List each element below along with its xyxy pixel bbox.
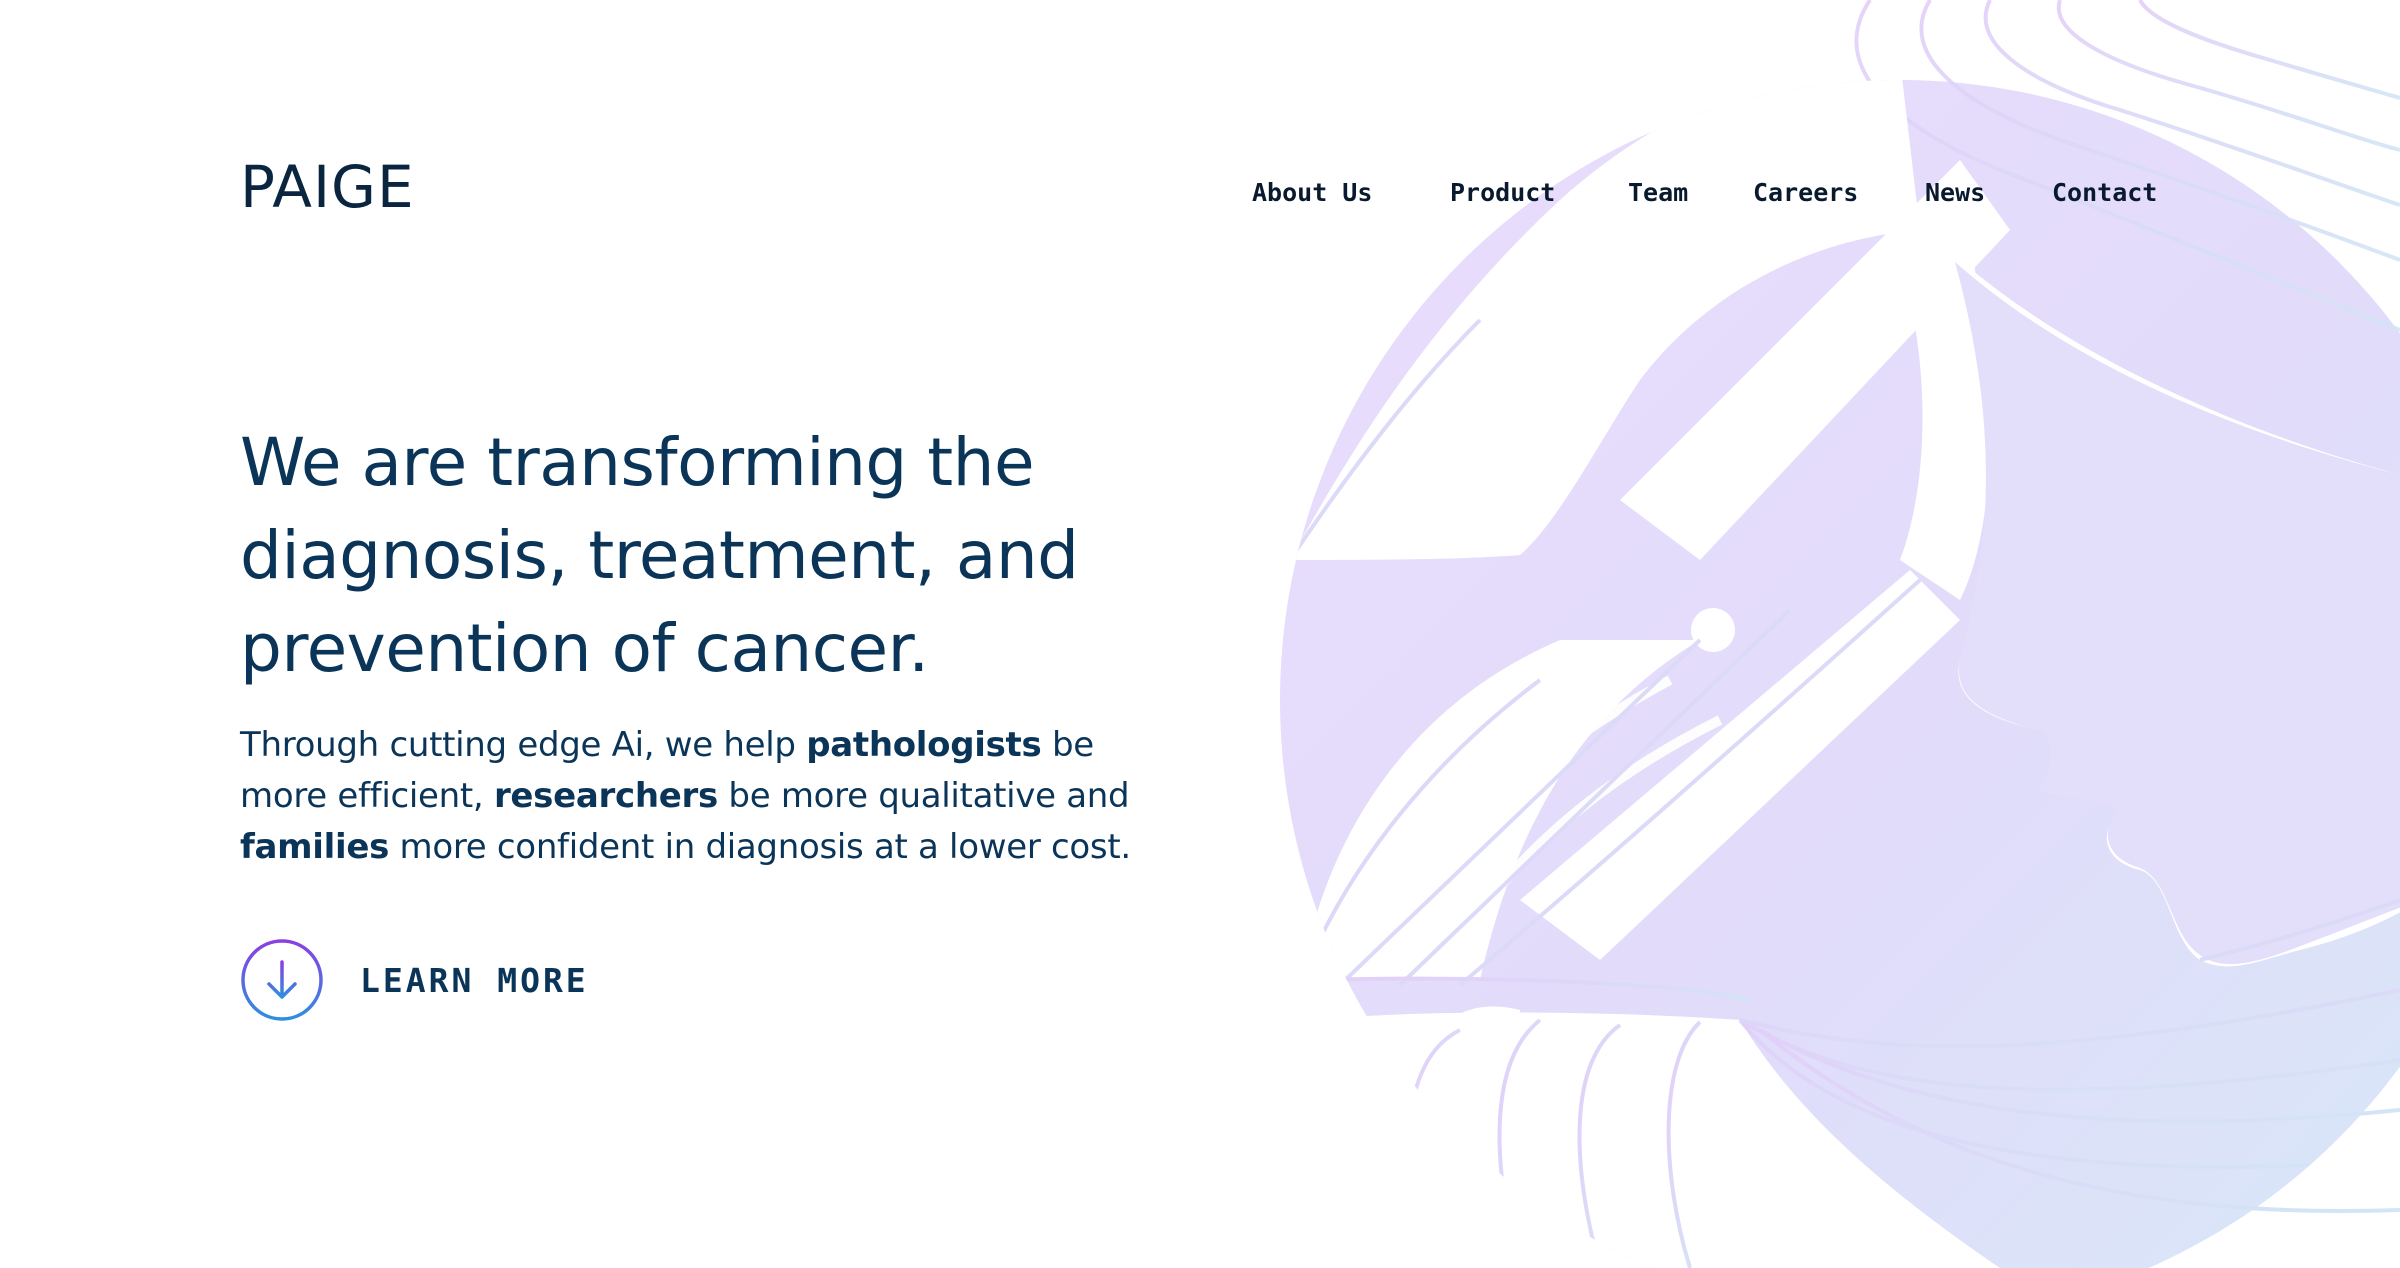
arrow-down-circle-icon[interactable] xyxy=(240,938,324,1022)
nav-contact[interactable]: Contact xyxy=(2052,178,2157,208)
learn-more-button[interactable]: LEARN MORE xyxy=(240,938,589,1022)
nav-news[interactable]: News xyxy=(1925,178,1985,208)
hero-subtext: Through cutting edge Ai, we help patholo… xyxy=(240,720,1140,873)
headline-line-2: diagnosis, treatment, and xyxy=(240,517,1079,594)
brand-logo[interactable]: PAIGE xyxy=(240,158,415,216)
nav-team[interactable]: Team xyxy=(1628,178,1688,208)
subtext-pathologists: pathologists xyxy=(806,725,1042,765)
nav-about-us[interactable]: About Us xyxy=(1252,178,1372,208)
learn-more-label[interactable]: LEARN MORE xyxy=(360,961,589,1000)
subtext-families: families xyxy=(240,827,390,867)
headline-line-3: prevention of cancer. xyxy=(240,610,929,687)
subtext-part-3: be more qualitative and xyxy=(717,776,1130,816)
nav-product[interactable]: Product xyxy=(1450,178,1555,208)
subtext-researchers: researchers xyxy=(493,776,718,816)
headline-line-1: We are transforming the xyxy=(240,424,1035,501)
subtext-part-1: Through cutting edge Ai, we help xyxy=(240,725,807,765)
hero-section: We are transforming the diagnosis, treat… xyxy=(240,416,1140,695)
subtext-part-4: more confident in diagnosis at a lower c… xyxy=(389,827,1132,867)
hero-headline: We are transforming the diagnosis, treat… xyxy=(240,416,1140,695)
illustration-eye xyxy=(1691,608,1735,652)
nav-careers[interactable]: Careers xyxy=(1753,178,1858,208)
